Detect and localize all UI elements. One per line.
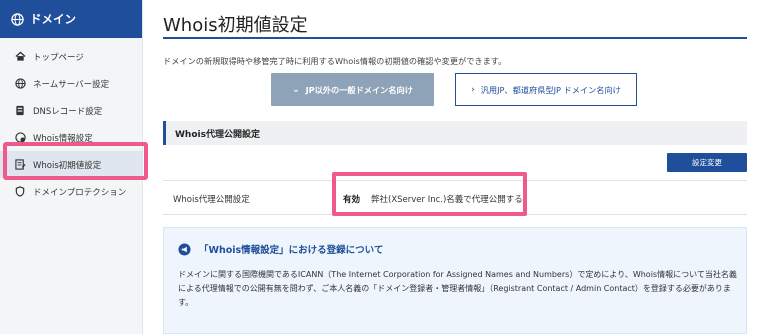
document-edit-icon (14, 159, 26, 171)
sidebar-item-label: Whois初期値設定 (33, 160, 102, 171)
chevron-right-icon: › (471, 84, 475, 95)
setting-row: Whois代理公開設定 有効 弊社(XServer Inc.)名義で代理公開する (163, 180, 747, 215)
tab-general-domain[interactable]: ⌄ JP以外の一般ドメイン名向け (271, 73, 434, 106)
sidebar: ドメイン トップページ ネームサーバー設定 DNSレコード設定 Whois情報設… (0, 0, 143, 334)
sidebar-item-label: ネームサーバー設定 (33, 79, 110, 90)
info-body: ドメインに関する国際機関であるICANN（The Internet Corpor… (178, 270, 737, 307)
change-settings-button[interactable]: 設定変更 (667, 153, 747, 172)
page-description: ドメインの新規取得時や移管完了時に利用するWhois情報の初期値の確認や変更がで… (163, 56, 507, 66)
info-heading-row: 「Whois情報設定」における登録について (178, 242, 383, 256)
info-box: 「Whois情報設定」における登録について ドメインに関する国際機関であるICA… (163, 227, 747, 334)
sidebar-item-label: ドメインプロテクション (33, 187, 127, 198)
setting-label: Whois代理公開設定 (173, 195, 250, 205)
title-divider (163, 37, 747, 39)
tab-jp-domain[interactable]: › 汎用JP、都道府県型JP ドメイン名向け (455, 73, 637, 106)
globe-icon (10, 12, 24, 26)
tab-label: JP以外の一般ドメイン名向け (305, 84, 413, 95)
sidebar-item-top[interactable]: トップページ (0, 43, 142, 70)
sidebar-header-label: ドメイン (30, 12, 76, 26)
megaphone-icon (178, 242, 191, 256)
sidebar-item-label: DNSレコード設定 (33, 106, 103, 117)
info-heading: 「Whois情報設定」における登録について (199, 245, 384, 256)
sidebar-item-whois[interactable]: Whois情報設定 (0, 124, 142, 151)
sidebar-item-label: トップページ (33, 52, 84, 63)
sidebar-header[interactable]: ドメイン (0, 0, 142, 38)
chevron-down-icon: ⌄ (292, 84, 300, 95)
sidebar-item-protection[interactable]: ドメインプロテクション (0, 178, 142, 205)
server-icon (14, 105, 26, 117)
home-icon (14, 51, 26, 63)
section-header: Whois代理公開設定 (163, 121, 747, 145)
page-title: Whois初期値設定 (163, 15, 308, 36)
status-badge: 有効 (343, 195, 361, 205)
main-content: Whois初期値設定 ドメインの新規取得時や移管完了時に利用するWhois情報の… (163, 0, 747, 334)
globe-gear-icon (14, 78, 26, 90)
shield-icon (14, 186, 26, 198)
sidebar-item-label: Whois情報設定 (33, 133, 93, 144)
sidebar-item-dns[interactable]: DNSレコード設定 (0, 97, 142, 124)
setting-value: 弊社(XServer Inc.)名義で代理公開する (371, 195, 523, 205)
globe-person-icon (14, 132, 26, 144)
sidebar-item-whois-default[interactable]: Whois初期値設定 (0, 151, 142, 178)
tab-label: 汎用JP、都道府県型JP ドメイン名向け (480, 84, 621, 95)
sidebar-item-nameserver[interactable]: ネームサーバー設定 (0, 70, 142, 97)
